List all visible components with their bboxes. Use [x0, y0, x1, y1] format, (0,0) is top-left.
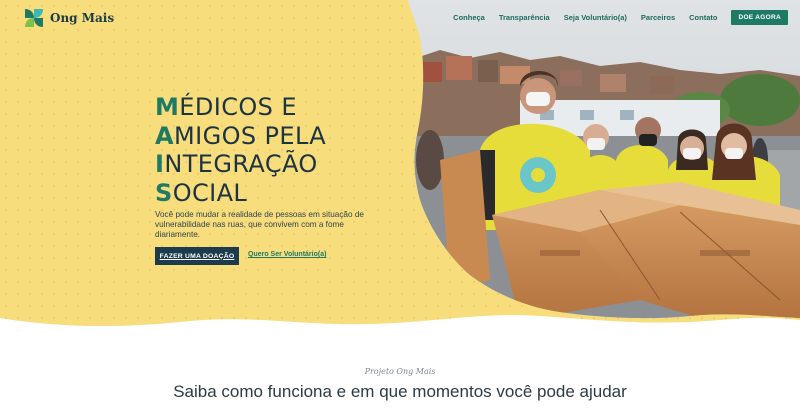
nav-item-parceiros[interactable]: Parceiros	[641, 13, 675, 22]
headline-line: INTEGRAÇÃO	[155, 150, 318, 178]
nav-item-contato[interactable]: Contato	[689, 13, 717, 22]
hero-headline: MÉDICOS E AMIGOS PELA INTEGRAÇÃO SOCIAL	[155, 93, 326, 207]
nav-item-transparencia[interactable]: Transparência	[499, 13, 550, 22]
hero-description: Você pode mudar a realidade de pessoas e…	[155, 210, 364, 239]
make-donation-button[interactable]: FAZER UMA DOAÇÃO	[155, 247, 239, 265]
hero-photo	[0, 0, 800, 326]
section-kicker: Projeto Ong Mais	[364, 367, 436, 376]
nav-item-conheca[interactable]: Conheça	[453, 13, 485, 22]
nav-item-seja-voluntario[interactable]: Seja Voluntário(a)	[564, 13, 627, 22]
hero-wave-divider	[0, 315, 800, 338]
main-nav: Conheça Transparência Seja Voluntário(a)…	[453, 10, 788, 25]
brand-logo[interactable]: Ong Mais	[24, 8, 114, 28]
donate-now-button[interactable]: DOE AGORA	[731, 10, 788, 25]
hero-section: Ong Mais Conheça Transparência Seja Volu…	[0, 0, 800, 326]
headline-line: MÉDICOS E	[155, 93, 297, 121]
brand-name: Ong Mais	[50, 11, 115, 25]
headline-line: SOCIAL	[155, 178, 248, 207]
headline-line: AMIGOS PELA	[155, 121, 327, 150]
section-title: Saiba como funciona e em que momentos vo…	[173, 382, 627, 401]
logo-icon	[25, 9, 43, 27]
volunteer-link[interactable]: Quero Ser Voluntário(a)	[248, 251, 326, 258]
